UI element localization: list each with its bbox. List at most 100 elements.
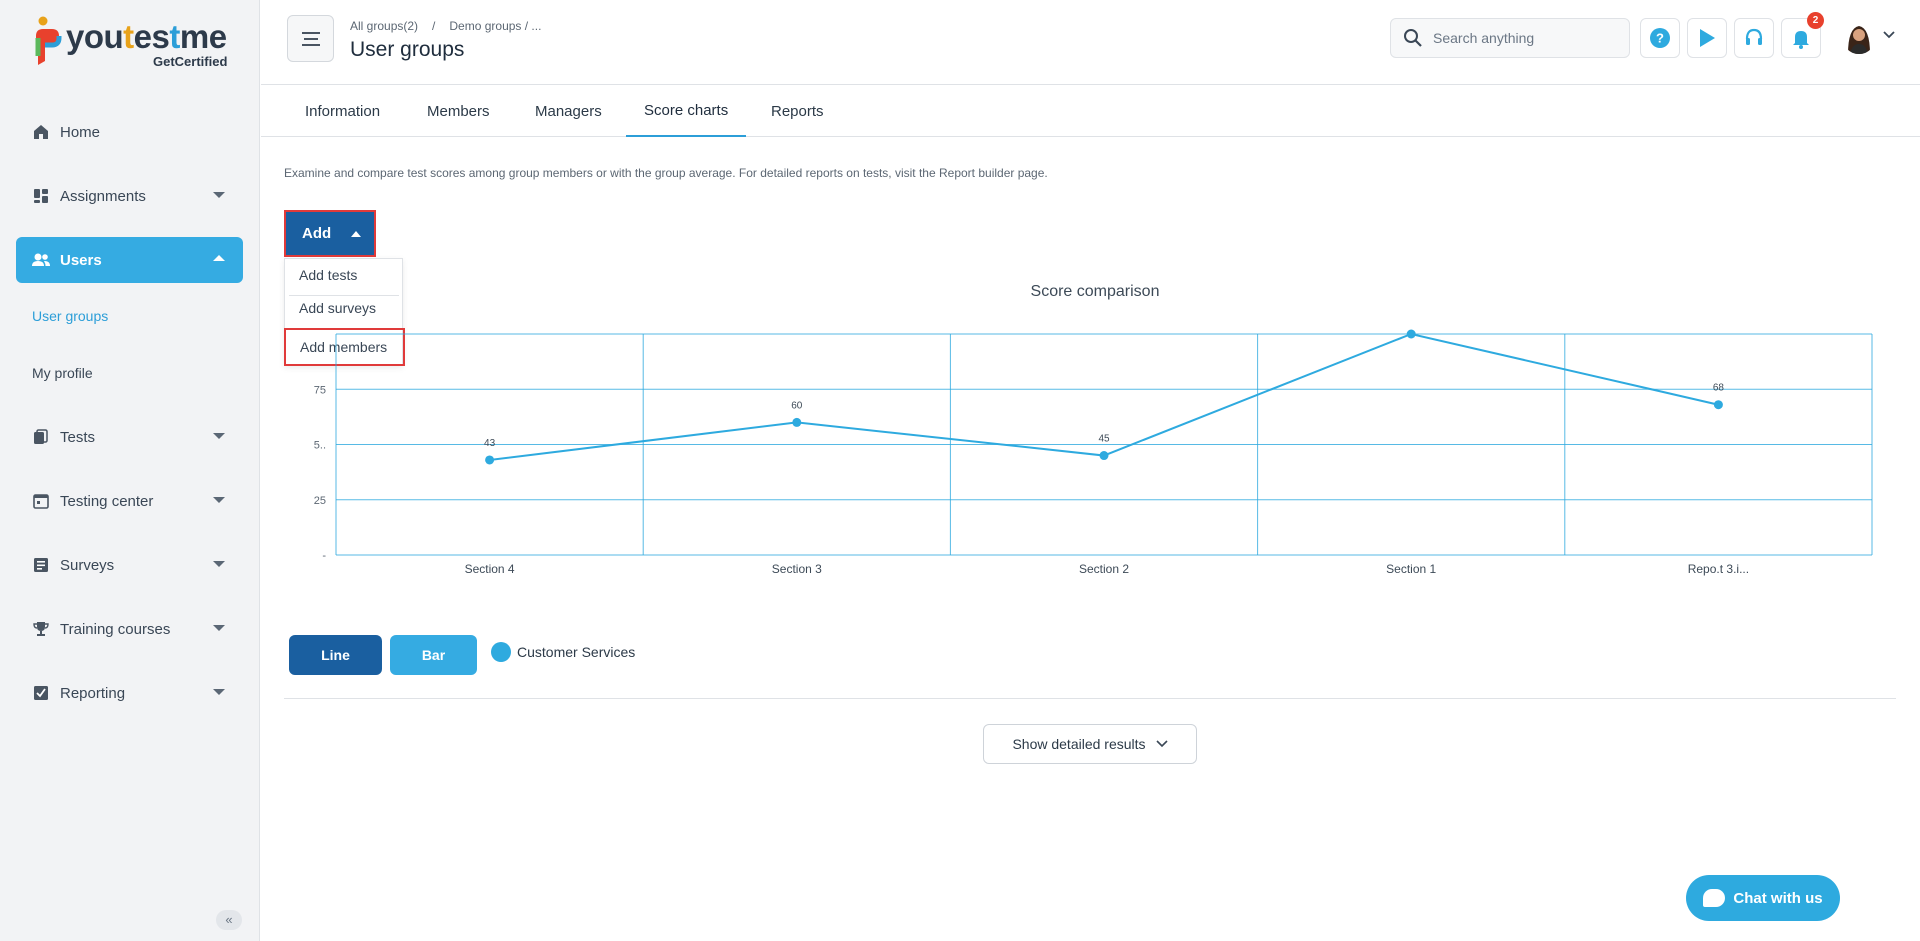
logo-wordmark: youtestme	[66, 18, 227, 55]
chart-type-line-button[interactable]: Line	[289, 635, 382, 675]
sidebar-item-label: Testing center	[60, 492, 154, 510]
sidebar-item-label: Tests	[60, 428, 96, 446]
tab-score-charts[interactable]: Score charts	[626, 86, 747, 137]
chevron-down-icon	[213, 625, 225, 631]
chart-x-tick-label: Section 2	[1079, 562, 1129, 576]
chart-y-tick-label: 5..	[314, 440, 326, 452]
sidebar-subitem-my-profile[interactable]: My profile	[32, 365, 93, 381]
chart-data-label: 45	[1098, 434, 1110, 445]
chat-label: Chat with us	[1733, 889, 1823, 907]
search-icon	[1404, 29, 1422, 47]
page-description: Examine and compare test scores among gr…	[284, 166, 1048, 180]
sidebar-item-surveys[interactable]: Surveys	[16, 542, 243, 588]
chevron-up-icon	[213, 255, 225, 261]
sidebar: youtestme GetCertified Home Assignments …	[0, 0, 260, 941]
chevron-up-icon	[351, 230, 362, 237]
menu-item-add-tests[interactable]: Add tests	[285, 259, 404, 291]
chart-x-tick-label: Section 4	[465, 562, 515, 576]
help-icon: ?	[1650, 28, 1670, 48]
menu-toggle-button[interactable]	[287, 15, 334, 62]
chevron-down-icon[interactable]	[1883, 31, 1895, 39]
chart-data-point	[1099, 451, 1109, 461]
breadcrumb-all-groups[interactable]: All groups(2)	[350, 19, 418, 33]
chart-data-point	[1406, 329, 1416, 339]
section-divider	[284, 698, 1896, 699]
chevron-down-icon	[1155, 740, 1168, 748]
sidebar-item-label: Reporting	[60, 684, 126, 702]
chart-x-tick-label: Repo.t 3.i...	[1688, 562, 1749, 576]
chat-bubble-icon	[1703, 889, 1726, 907]
chart-data-point	[485, 455, 495, 465]
chart-data-label: 68	[1713, 383, 1725, 394]
header: All groups(2) / Demo groups / ... User g…	[261, 0, 1920, 85]
logo-tagline: GetCertified	[153, 54, 228, 69]
bell-icon	[1793, 31, 1809, 49]
support-button[interactable]	[1734, 18, 1774, 58]
sidebar-item-label: Assignments	[60, 187, 146, 205]
tab-members[interactable]: Members	[409, 86, 508, 137]
svg-text:?: ?	[1656, 31, 1664, 46]
breadcrumb-separator: /	[432, 19, 436, 33]
chevron-down-icon	[213, 433, 225, 439]
sidebar-item-assignments[interactable]: Assignments	[16, 173, 243, 219]
testing-center-icon	[32, 492, 50, 510]
chat-with-us-button[interactable]: Chat with us	[1686, 875, 1840, 921]
tab-reports[interactable]: Reports	[753, 86, 842, 137]
legend-label: Customer Services	[517, 644, 636, 660]
chart-data-label: 60	[791, 400, 803, 411]
sidebar-item-tests[interactable]: Tests	[16, 414, 243, 460]
sidebar-subitem-user-groups[interactable]: User groups	[32, 308, 108, 324]
chart-x-tick-label: Section 3	[772, 562, 822, 576]
tab-information[interactable]: Information	[287, 86, 398, 137]
chart-x-tick-label: Section 1	[1386, 562, 1436, 576]
sidebar-item-users[interactable]: Users	[16, 237, 243, 283]
legend-marker	[491, 642, 511, 662]
chart-y-tick-label: 75	[314, 384, 326, 396]
user-avatar-icon	[1842, 20, 1876, 54]
reporting-icon	[32, 684, 50, 702]
logo-mark-icon	[35, 16, 62, 65]
chevron-down-icon	[213, 192, 225, 198]
assignments-icon	[32, 187, 50, 205]
tests-icon	[32, 428, 50, 446]
sidebar-item-label: Home	[60, 123, 101, 141]
add-button-label: Add	[302, 225, 332, 242]
notification-badge: 2	[1807, 12, 1824, 29]
score-line-chart: - 25 5.. 75 Section 4 Section 3 Section 2 Secti…	[314, 329, 1873, 576]
page-title: User groups	[350, 38, 465, 61]
search-box	[1390, 18, 1630, 58]
logo[interactable]: youtestme GetCertified	[32, 16, 232, 72]
sidebar-item-testing-center[interactable]: Testing center	[16, 478, 243, 524]
chart-y-tick-label: 25	[314, 495, 326, 507]
chart-y-tick-label: -	[322, 550, 326, 562]
breadcrumb-demo-groups[interactable]: Demo groups / ...	[449, 19, 541, 33]
show-detailed-results-label: Show detailed results	[1012, 736, 1146, 752]
chevron-down-icon	[213, 561, 225, 567]
sidebar-item-label: Users	[60, 251, 102, 269]
show-detailed-results-button[interactable]: Show detailed results	[983, 724, 1197, 764]
tab-managers[interactable]: Managers	[517, 86, 620, 137]
home-icon	[32, 123, 50, 141]
chevron-down-icon	[213, 497, 225, 503]
trophy-icon	[32, 620, 50, 638]
chart-type-bar-button[interactable]: Bar	[390, 635, 477, 675]
sidebar-item-training-courses[interactable]: Training courses	[16, 606, 243, 652]
headset-icon	[1745, 28, 1763, 45]
play-icon	[1700, 29, 1715, 47]
search-input[interactable]	[1433, 30, 1613, 46]
avatar[interactable]	[1842, 20, 1876, 54]
breadcrumb: All groups(2) / Demo groups / ...	[350, 19, 541, 33]
play-tutorial-button[interactable]	[1687, 18, 1727, 58]
chart-title: Score comparison	[1030, 283, 1160, 300]
help-button[interactable]: ?	[1640, 18, 1680, 58]
chart-legend-item[interactable]: Customer Services	[491, 642, 635, 662]
collapse-sidebar-button[interactable]: «	[216, 910, 242, 930]
sidebar-item-label: Surveys	[60, 556, 115, 574]
notifications-button[interactable]: 2	[1781, 12, 1824, 58]
surveys-icon	[32, 556, 50, 574]
chart-data-point	[1713, 400, 1723, 410]
sidebar-item-reporting[interactable]: Reporting	[16, 670, 243, 716]
sidebar-item-home[interactable]: Home	[16, 109, 243, 155]
chart-data-point	[792, 417, 802, 427]
add-button[interactable]: Add	[284, 210, 376, 257]
